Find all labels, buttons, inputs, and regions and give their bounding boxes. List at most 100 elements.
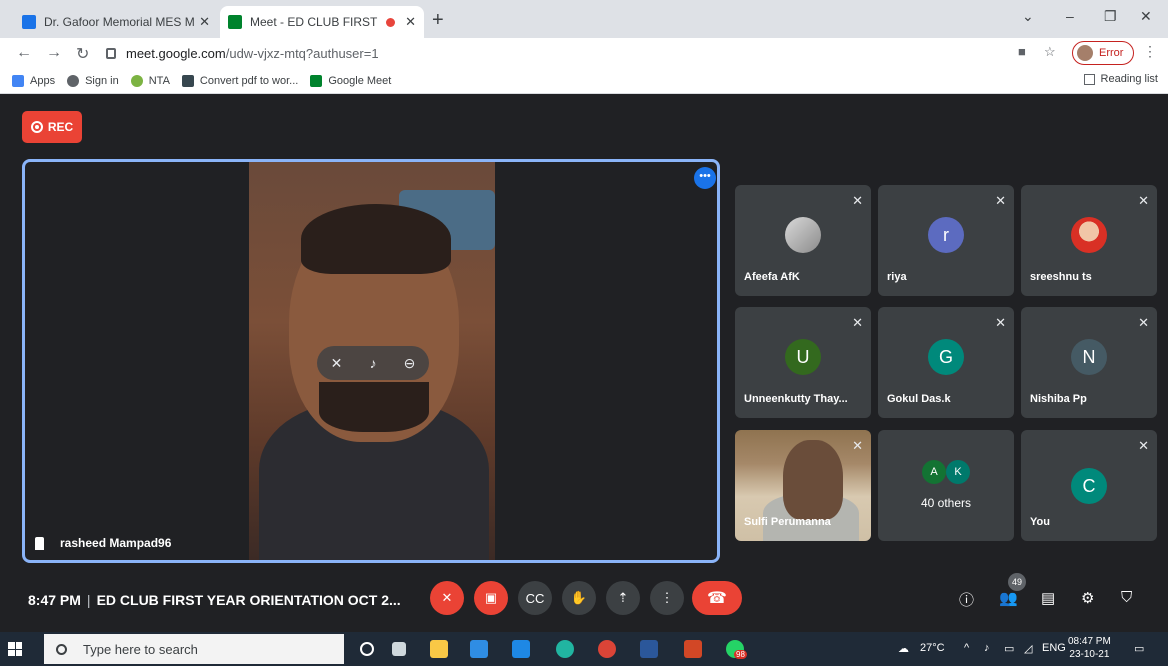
mic-icon[interactable]: ♪ [369,355,376,371]
avatar [1071,217,1107,253]
mic-off-icon: ✕ [995,193,1006,208]
tab-mes-mampad[interactable]: Dr. Gafoor Memorial MES Mampad ✕ [14,6,218,38]
people-icon[interactable]: 👥 [999,589,1018,607]
close-window-button[interactable]: ✕ [1140,8,1152,25]
bookmark-label: NTA [148,74,170,87]
activities-icon[interactable]: ⚙ [1081,589,1094,607]
participant-tile[interactable]: ✕ N Nishiba Pp [1021,307,1157,418]
close-tab-icon[interactable]: ✕ [199,14,210,30]
file-explorer-icon[interactable] [430,640,448,658]
close-tab-icon[interactable]: ✕ [405,14,416,30]
volume-icon[interactable]: ◿ [1024,642,1032,655]
weather-icon[interactable]: ☁ [898,642,909,655]
notifications-icon[interactable]: ▭ [1134,642,1144,655]
mail-icon[interactable] [512,640,530,658]
participant-name: sreeshnu ts [1030,271,1092,283]
info-icon[interactable]: ⓘ [959,589,974,610]
self-tile[interactable]: ✕ C You [1021,430,1157,541]
host-controls-icon[interactable]: ⛉ [1121,589,1132,606]
search-icon [56,643,67,655]
chat-icon[interactable]: ▤ [1041,589,1055,607]
participant-count-badge: 49 [1008,573,1026,591]
bookmark-label: Sign in [85,74,119,87]
forward-button[interactable]: → [46,44,62,62]
participant-tile[interactable]: ✕ Afeefa AfK [735,185,871,296]
more-options-button[interactable]: ⋮ [650,581,684,615]
apps-grid-icon [12,74,24,87]
bookmark-sign-in[interactable]: Sign in [67,74,119,87]
tray-chevron-icon[interactable]: ^ [964,642,969,654]
meeting-time: 8:47 PM [28,592,81,608]
camera-off-button[interactable]: ▣ [474,581,508,615]
participant-tile[interactable]: ✕ sreeshnu ts [1021,185,1157,296]
chrome-menu-icon[interactable]: ⋮ [1143,43,1157,60]
participant-name: Afeefa AfK [744,271,800,283]
cortana-icon[interactable] [360,642,374,656]
avatar: C [1071,468,1107,504]
lock-icon [106,47,116,59]
edge-icon[interactable] [556,640,574,658]
bookmark-label: Apps [30,74,56,87]
mic-off-icon: ✕ [1138,193,1149,208]
store-icon[interactable] [470,640,488,658]
participant-tile[interactable]: ✕ r riya [878,185,1014,296]
mic-off-icon: ✕ [1138,315,1149,330]
bookmark-nta[interactable]: NTA [130,74,170,87]
participant-name: riya [887,271,907,283]
back-button[interactable]: ← [16,44,32,62]
taskbar-clock[interactable]: 08:47 PM 23-10-21 [1068,635,1111,661]
bookmark-label: Google Meet [328,74,392,87]
participant-video-tile[interactable]: ✕ Sulfi Perumanna [735,430,871,541]
camera-in-use-icon[interactable]: ■ [1018,44,1026,59]
participant-name: Sulfi Perumanna [744,516,831,528]
calendar-favicon-icon [22,15,36,29]
bookmark-convert-pdf[interactable]: Convert pdf to wor... [181,74,298,87]
bookmark-google-meet[interactable]: Google Meet [310,74,392,87]
windows-start-icon[interactable] [8,642,22,656]
globe-icon [67,74,80,87]
others-tile[interactable]: A K 40 others [878,430,1014,541]
recording-badge: REC [22,111,82,143]
more-options-icon[interactable]: ••• [694,167,716,189]
powerpoint-icon[interactable] [684,640,702,658]
restore-button[interactable]: ❐ [1104,8,1117,25]
mic-off-icon: ✕ [852,315,863,330]
leave-call-button[interactable]: ☎ [692,581,742,615]
bookmarks-bar: Apps Sign in NTA Convert pdf to wor... G… [0,68,1168,94]
mic-tray-icon[interactable]: ♪ [984,642,990,654]
pinned-video-tile[interactable]: ••• ✕ ♪ ⊖ rasheed Mampad96 [22,159,720,563]
participant-tile[interactable]: ✕ G Gokul Das.k [878,307,1014,418]
remove-icon[interactable]: ⊖ [404,355,416,372]
language-indicator[interactable]: ENG [1042,642,1066,654]
task-view-icon[interactable] [392,642,406,656]
mic-off-icon: ✕ [852,438,863,453]
weather-temp[interactable]: 27°C [920,642,945,654]
new-tab-button[interactable]: + [432,9,444,32]
mic-off-icon: ✕ [1138,438,1149,453]
search-placeholder: Type here to search [83,641,198,657]
participant-name: Nishiba Pp [1030,393,1087,405]
taskbar-search-input[interactable]: Type here to search [44,634,344,664]
word-icon[interactable] [640,640,658,658]
pinned-name-tag: rasheed Mampad96 [35,536,171,550]
participant-name: rasheed Mampad96 [60,536,172,550]
profile-error-chip[interactable]: Error [1072,41,1134,65]
present-button[interactable]: ⇡ [606,581,640,615]
clock-date: 23-10-21 [1069,649,1110,660]
tab-google-meet[interactable]: Meet - ED CLUB FIRST YEAR ✕ [220,6,424,38]
reading-list-button[interactable]: Reading list [1083,73,1158,85]
captions-button[interactable]: CC [518,581,552,615]
tab-search-icon[interactable]: ⌄ [1022,8,1034,25]
chrome-icon[interactable] [598,640,616,658]
bookmark-apps[interactable]: Apps [12,74,56,87]
minimize-button[interactable]: – [1066,8,1074,24]
url-field[interactable]: meet.google.com/udw-vjxz-mtq?authuser=1 [106,41,1056,65]
reload-button[interactable]: ↻ [76,44,89,64]
network-icon[interactable]: ▭ [1004,642,1014,655]
unpin-icon[interactable]: ✕ [331,355,343,372]
mic-off-button[interactable]: ✕ [430,581,464,615]
participant-tile[interactable]: ✕ U Unneenkutty Thay... [735,307,871,418]
clock-time: 08:47 PM [1068,636,1111,647]
bookmark-star-icon[interactable]: ☆ [1044,44,1056,60]
raise-hand-button[interactable]: ✋ [562,581,596,615]
